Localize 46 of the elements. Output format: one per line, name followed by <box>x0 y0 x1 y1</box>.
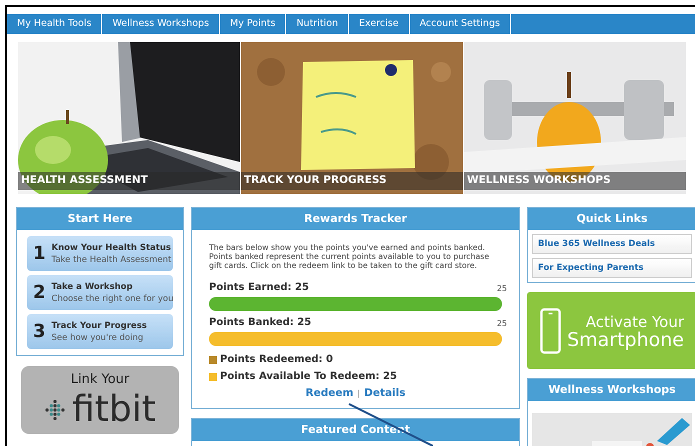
quick-link[interactable]: For Expecting Parents <box>532 258 692 278</box>
fitbit-caption: Link Your <box>70 371 130 389</box>
step-card[interactable]: 2 Take a Workshop Choose the right one for you <box>27 275 173 310</box>
panel-header: Rewards Tracker <box>192 208 519 230</box>
redeem-link[interactable]: Redeem <box>306 386 354 402</box>
bar-max: 25 <box>496 283 507 295</box>
step-title: Know Your Health Status <box>52 242 172 254</box>
banner-tile[interactable]: HEALTH ASSESSMENT <box>18 42 240 194</box>
banner-tile[interactable]: TRACK YOUR PROGRESS <box>241 42 463 194</box>
banner-caption: WELLNESS WORKSHOPS <box>467 173 611 188</box>
step-number: 2 <box>33 281 46 305</box>
fitbit-banner[interactable]: Link Your fitbit <box>21 366 179 434</box>
step-number: 3 <box>33 320 46 344</box>
banner-caption: TRACK YOUR PROGRESS <box>244 173 387 188</box>
step-title: Track Your Progress <box>52 320 147 332</box>
dots-icon <box>44 398 66 420</box>
bar-label: Points Earned: 25 <box>209 281 309 295</box>
smartphone-line: Activate Your <box>586 312 684 330</box>
nav-tab[interactable]: Account Settings <box>410 14 511 34</box>
nav-tab[interactable]: Wellness Workshops <box>102 14 220 34</box>
panel-header: Start Here <box>17 208 183 230</box>
banner-tile[interactable]: WELLNESS WORKSHOPS <box>464 42 686 194</box>
details-link[interactable]: Details <box>364 386 406 402</box>
bar-label: Points Banked: 25 <box>209 316 312 330</box>
nav-tab[interactable]: Nutrition <box>286 14 350 34</box>
link-separator: | <box>357 388 360 400</box>
legend-label: Points Available To Redeem: 25 <box>220 370 397 384</box>
step-subtitle: See how you're doing <box>52 332 144 344</box>
nav-tab[interactable]: My Points <box>220 14 286 34</box>
phone-icon <box>540 306 562 354</box>
banner-caption: HEALTH ASSESSMENT <box>21 173 148 188</box>
nav-tab[interactable]: Exercise <box>349 14 410 34</box>
panel-header: Wellness Workshops <box>528 379 695 401</box>
step-subtitle: Take the Health Assessment <box>52 254 172 266</box>
legend-label: Points Redeemed: 0 <box>220 353 333 367</box>
bar-max: 25 <box>496 318 507 330</box>
step-subtitle: Choose the right one for you <box>52 292 174 304</box>
step-number: 1 <box>33 242 46 266</box>
fitbit-logo: fitbit <box>72 390 156 430</box>
nav-tab[interactable]: My Health Tools <box>7 14 102 34</box>
panel-header: Quick Links <box>528 208 695 230</box>
smartphone-title: Smartphone <box>567 330 684 348</box>
quick-link[interactable]: Blue 365 Wellness Deals <box>532 234 692 254</box>
step-title: Take a Workshop <box>52 280 134 292</box>
step-card[interactable]: 1 Know Your Health Status Take the Health Assessment <box>27 236 173 271</box>
panel-header: Featured Content <box>192 418 519 441</box>
